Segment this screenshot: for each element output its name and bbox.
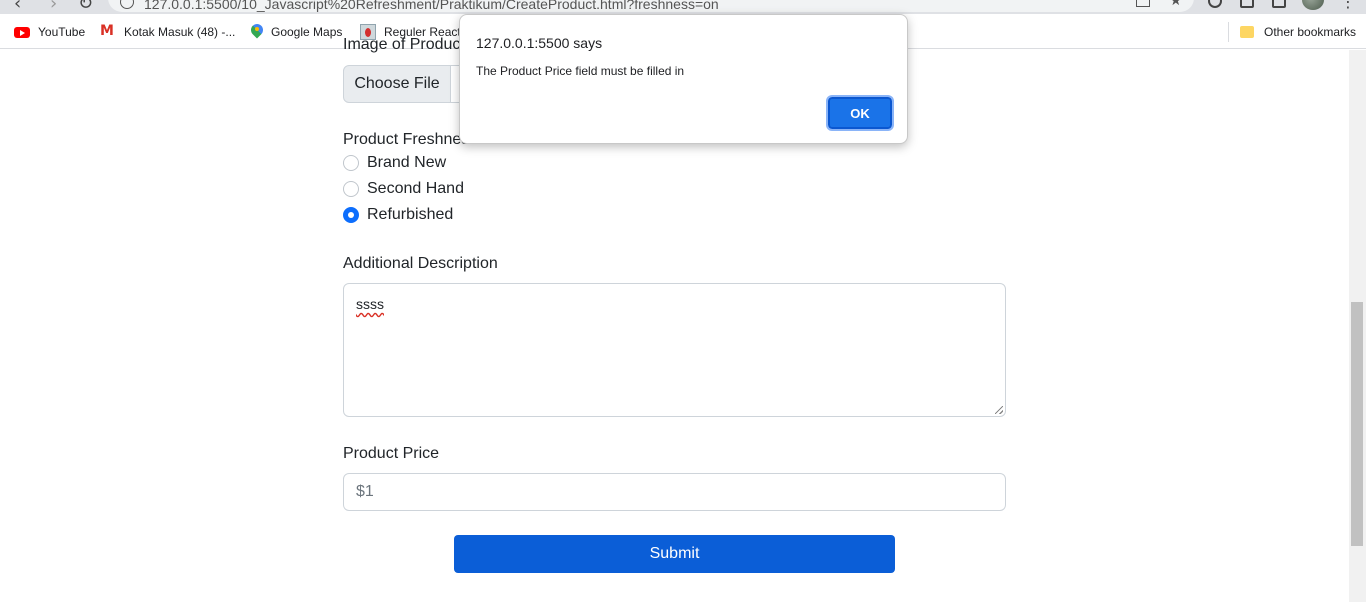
other-bookmarks[interactable]: Other bookmarks bbox=[1240, 23, 1356, 41]
bookmark-youtube[interactable]: YouTube bbox=[14, 23, 85, 41]
radio-button[interactable] bbox=[343, 155, 359, 171]
media-icon[interactable] bbox=[1208, 0, 1222, 8]
radio-refurbished[interactable]: Refurbished bbox=[343, 205, 453, 225]
youtube-icon bbox=[14, 26, 30, 38]
url-text: 127.0.0.1:5500/10_Javascript%20Refreshme… bbox=[144, 0, 719, 12]
price-label: Product Price bbox=[343, 445, 440, 462]
description-value: ssss bbox=[356, 296, 384, 312]
profile-avatar[interactable] bbox=[1302, 0, 1324, 10]
price-placeholder: $1 bbox=[356, 483, 374, 500]
share-icon[interactable] bbox=[1136, 0, 1150, 7]
description-textarea[interactable]: ssss bbox=[343, 283, 1006, 417]
back-icon[interactable]: ‹ bbox=[14, 0, 21, 14]
site-info-icon[interactable] bbox=[120, 0, 134, 9]
price-input[interactable]: $1 bbox=[343, 473, 1006, 511]
bookmark-gmail[interactable]: Kotak Masuk (48) -... bbox=[100, 23, 235, 41]
resize-handle[interactable] bbox=[995, 406, 1003, 414]
bookmark-google-maps[interactable]: Google Maps bbox=[251, 23, 342, 41]
forward-icon[interactable]: › bbox=[50, 0, 57, 14]
bookmark-label: YouTube bbox=[38, 25, 86, 39]
radio-label: Second Hand bbox=[367, 180, 464, 197]
menu-icon[interactable]: ⋮ bbox=[1340, 0, 1356, 12]
bookmark-label: Google Maps bbox=[271, 25, 343, 39]
submit-button[interactable]: Submit bbox=[454, 535, 895, 573]
address-bar[interactable]: 127.0.0.1:5500/10_Javascript%20Refreshme… bbox=[108, 0, 1194, 12]
other-bookmarks-label: Other bookmarks bbox=[1264, 25, 1357, 39]
freshness-label: Product Freshness bbox=[343, 131, 478, 148]
radio-label: Refurbished bbox=[367, 206, 454, 223]
choose-file-button[interactable]: Choose File bbox=[343, 65, 451, 103]
folder-icon bbox=[1240, 26, 1254, 38]
radio-brand-new[interactable]: Brand New bbox=[343, 153, 446, 173]
bookmarks-divider bbox=[1228, 22, 1229, 42]
reload-icon[interactable]: ↻ bbox=[78, 0, 93, 14]
alert-message: The Product Price field must be filled i… bbox=[476, 64, 685, 78]
google-maps-icon bbox=[251, 24, 263, 40]
alert-dialog: 127.0.0.1:5500 says The Product Price fi… bbox=[459, 14, 908, 144]
alert-title: 127.0.0.1:5500 says bbox=[476, 35, 603, 51]
radio-button[interactable] bbox=[343, 181, 359, 197]
radio-button[interactable] bbox=[343, 207, 359, 223]
image-label: Image of Product bbox=[343, 36, 465, 53]
radio-second-hand[interactable]: Second Hand bbox=[343, 179, 464, 199]
radio-label: Brand New bbox=[367, 154, 447, 171]
extensions-icon[interactable] bbox=[1272, 0, 1286, 8]
download-icon[interactable] bbox=[1240, 0, 1254, 8]
page-scrollbar[interactable] bbox=[1349, 50, 1366, 602]
gmail-icon bbox=[100, 23, 116, 39]
description-label: Additional Description bbox=[343, 255, 498, 272]
browser-toolbar: ‹ › ↻ 127.0.0.1:5500/10_Javascript%20Ref… bbox=[0, 0, 1366, 14]
bookmark-label: Kotak Masuk (48) -... bbox=[124, 25, 236, 39]
bookmark-star-icon[interactable]: ★ bbox=[1169, 0, 1182, 9]
scrollbar-thumb[interactable] bbox=[1351, 302, 1363, 546]
alert-ok-button[interactable]: OK bbox=[826, 95, 894, 131]
